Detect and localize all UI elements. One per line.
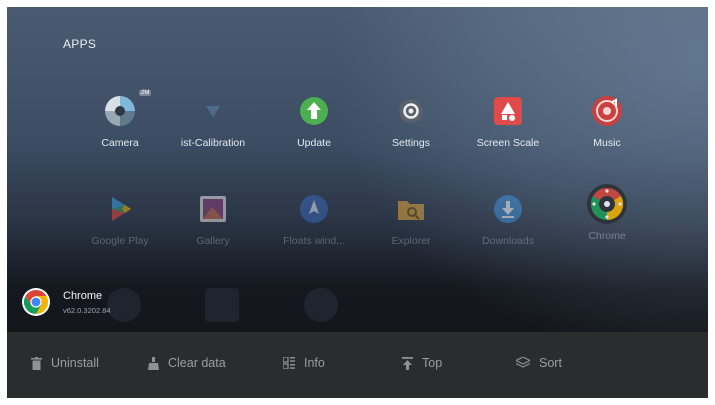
app-label: Downloads	[482, 235, 534, 247]
float-window-icon	[297, 192, 331, 226]
app-google-play[interactable]: Google Play	[75, 192, 165, 247]
info-button[interactable]: Info	[283, 356, 325, 370]
selected-app-version: v62.0.3202.84	[63, 305, 111, 315]
app-music[interactable]: Music	[562, 94, 652, 149]
app-downloads[interactable]: Downloads	[463, 192, 553, 247]
app-label: Explorer	[391, 235, 431, 247]
app-icon-placeholder	[205, 288, 239, 322]
app-icon-placeholder	[107, 288, 141, 322]
music-icon	[590, 94, 624, 128]
info-grid-icon	[283, 357, 295, 369]
app-label: Gallery	[196, 235, 230, 247]
sort-label: Sort	[539, 356, 562, 370]
app-ist-calibration[interactable]: ist-Calibration	[168, 94, 258, 149]
app-label: Floats wind...	[283, 235, 345, 247]
app-gallery[interactable]: Gallery	[168, 192, 258, 247]
app-screen-scale[interactable]: Screen Scale	[463, 94, 553, 149]
action-bar: Uninstall Clear data Info Top Sort	[7, 332, 708, 398]
pin-top-icon	[402, 356, 413, 370]
settings-icon	[394, 94, 428, 128]
top-button[interactable]: Top	[402, 356, 442, 370]
app-camera[interactable]: 2M Camera	[75, 90, 165, 149]
app-label: Camera	[101, 137, 139, 149]
app-icon-placeholder	[304, 288, 338, 322]
update-icon	[297, 94, 331, 128]
broom-icon	[148, 356, 159, 370]
app-explorer[interactable]: Explorer	[366, 192, 456, 247]
app-chrome[interactable]: Chrome	[562, 182, 652, 242]
app-floats-window[interactable]: Floats wind...	[269, 192, 359, 247]
uninstall-label: Uninstall	[51, 356, 99, 370]
clear-data-label: Clear data	[168, 356, 226, 370]
camera-badge: 2M	[139, 90, 152, 96]
selected-app-info: Chrome v62.0.3202.84	[21, 287, 111, 317]
app-label: Update	[297, 137, 331, 149]
trash-icon	[31, 356, 42, 370]
app-label: Music	[593, 137, 621, 149]
camera-icon: 2M	[103, 90, 152, 128]
gallery-icon	[196, 192, 230, 226]
clear-data-button[interactable]: Clear data	[148, 356, 226, 370]
sort-button[interactable]: Sort	[516, 356, 562, 370]
app-label: ist-Calibration	[180, 137, 246, 149]
uninstall-button[interactable]: Uninstall	[31, 356, 99, 370]
sort-layers-icon	[516, 357, 530, 368]
chrome-icon	[585, 182, 629, 226]
app-update[interactable]: Update	[269, 94, 359, 149]
app-label: Settings	[392, 137, 430, 149]
app-label: Chrome	[588, 230, 626, 242]
screen-scale-icon	[491, 94, 525, 128]
play-store-icon	[103, 192, 137, 226]
info-label: Info	[304, 356, 325, 370]
chrome-icon	[22, 288, 50, 316]
app-label: Google Play	[91, 235, 149, 247]
launcher-screen: APPS 2M Camera ist-Calibration Update Se…	[7, 7, 708, 398]
app-grid: 2M Camera ist-Calibration Update Setting…	[7, 7, 708, 337]
app-settings[interactable]: Settings	[366, 94, 456, 149]
download-icon	[491, 192, 525, 226]
folder-icon	[394, 192, 428, 226]
top-label: Top	[422, 356, 443, 370]
selected-app-name: Chrome	[63, 289, 103, 302]
app-label: Screen Scale	[476, 137, 540, 149]
calibration-icon	[196, 94, 230, 128]
